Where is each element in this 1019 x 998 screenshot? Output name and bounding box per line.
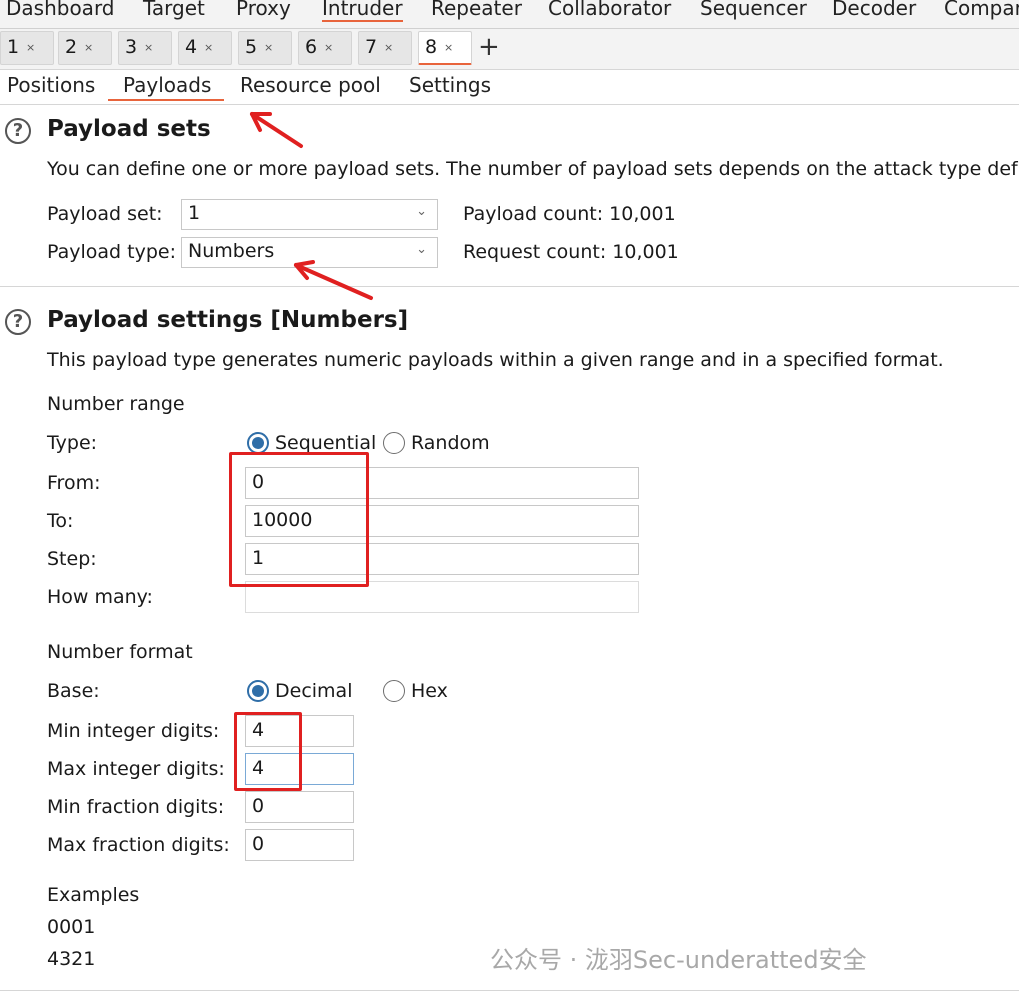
watermark: 公众号 · 泷羽Sec-underatted安全 xyxy=(490,946,867,974)
arrow-icon xyxy=(250,112,303,148)
annotation-arrows xyxy=(250,112,373,300)
arrow-icon xyxy=(294,260,373,300)
